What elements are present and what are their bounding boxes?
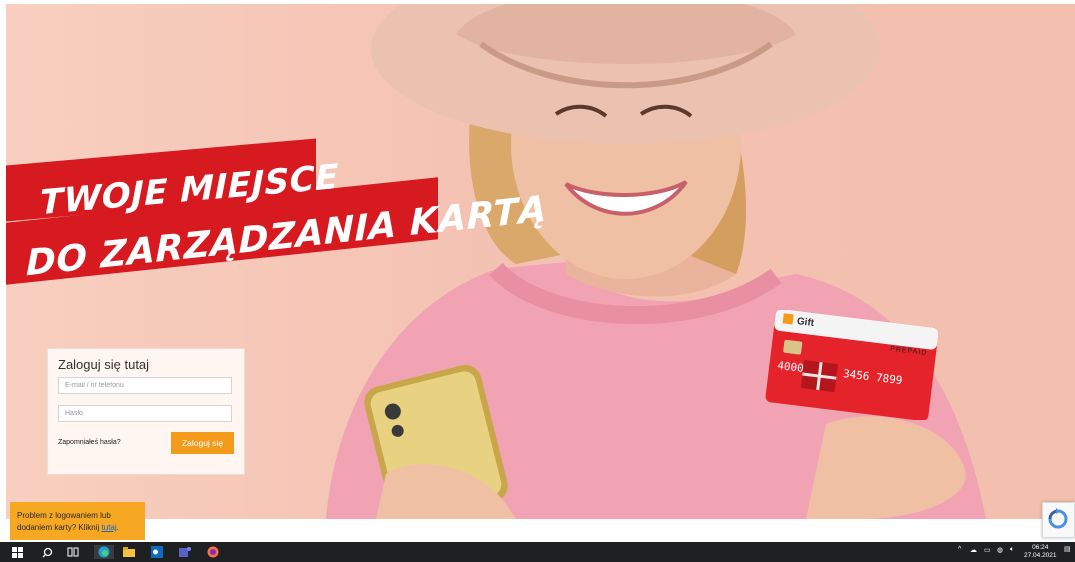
task-view-icon[interactable] [66, 545, 80, 559]
page-frame: Gift PREPAID 4000 0012 3456 7899 TWOJE M… [6, 4, 1075, 540]
windows-start-icon[interactable] [10, 545, 24, 559]
teams-icon[interactable] [178, 545, 192, 559]
recaptcha-badge[interactable] [1042, 502, 1075, 538]
windows-taskbar: ^ ☁ ▭ ◍ 🔈︎ 06:24 27.04.2021 ▤ [0, 542, 1075, 562]
onedrive-icon[interactable]: ☁ [970, 546, 977, 554]
recaptcha-icon [1048, 508, 1068, 529]
outlook-icon[interactable] [150, 545, 164, 559]
forgot-password-link[interactable]: Zapomniałeś hasła? [58, 439, 121, 446]
hero-woman-illustration [326, 4, 986, 519]
clock-time: 06:24 [1032, 544, 1049, 551]
gift-card-image: Gift PREPAID 4000 0012 3456 7899 [765, 310, 939, 420]
battery-icon[interactable]: ▭ [984, 546, 991, 554]
system-clock[interactable]: 06:24 27.04.2021 [1024, 544, 1057, 560]
volume-icon[interactable]: 🔈︎ [1010, 546, 1014, 554]
notifications-icon[interactable]: ▤ [1064, 545, 1071, 553]
help-link[interactable]: tutaj [102, 523, 117, 532]
search-icon[interactable] [40, 545, 54, 559]
footer-strip [6, 519, 1075, 540]
login-button[interactable]: Zaloguj się [171, 432, 234, 454]
help-period: . [116, 523, 119, 532]
edge-icon[interactable] [94, 545, 114, 559]
firefox-icon[interactable] [206, 545, 220, 559]
help-text: Problem z logowaniem lub dodaniem karty?… [17, 511, 111, 532]
tray-chevron-icon[interactable]: ^ [958, 546, 961, 553]
file-explorer-icon[interactable] [122, 545, 136, 559]
password-field[interactable] [58, 405, 232, 422]
network-icon[interactable]: ◍ [997, 546, 1003, 554]
clock-date: 27.04.2021 [1024, 552, 1057, 559]
login-help-box: Problem z logowaniem lub dodaniem karty?… [10, 502, 145, 540]
login-title: Zaloguj się tutaj [58, 357, 150, 372]
email-field[interactable] [58, 377, 232, 394]
card-brand: Gift [796, 316, 815, 329]
login-form: Zaloguj się tutaj Zapomniałeś hasła? Zal… [47, 348, 245, 475]
